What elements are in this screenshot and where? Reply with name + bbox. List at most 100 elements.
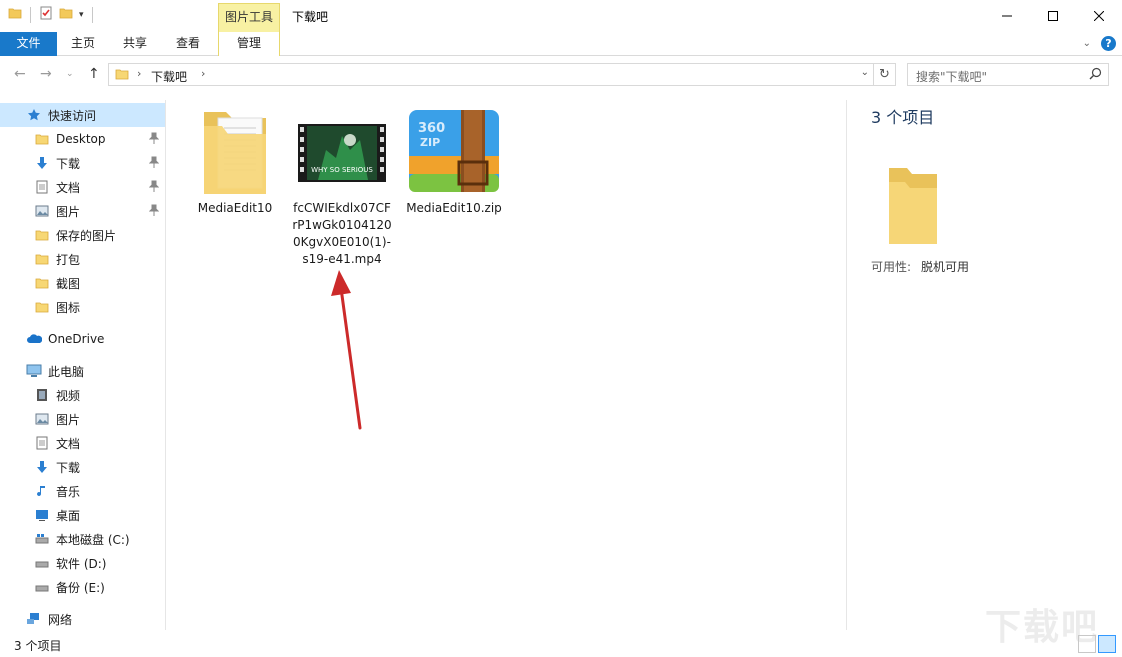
ribbon-right-controls: ⌄ ? (1083, 36, 1116, 51)
sidebar-item-label: 网络 (48, 612, 73, 627)
new-folder-icon[interactable] (59, 6, 73, 23)
file-name: MediaEdit10 (197, 201, 273, 215)
toolbar-separator (91, 6, 93, 23)
video-thumbnail (290, 106, 394, 200)
pin-icon[interactable] (148, 180, 160, 195)
maximize-button[interactable] (1030, 0, 1076, 32)
close-button[interactable] (1076, 0, 1122, 32)
document-icon (34, 179, 50, 195)
tab-manage[interactable]: 管理 (218, 32, 280, 56)
sidebar-item-label: 打包 (56, 252, 81, 267)
sidebar-item-documents-pc[interactable]: 文档 (0, 431, 165, 455)
drive-icon (34, 531, 50, 547)
window-title: 下载吧 (292, 10, 329, 24)
back-arrow-icon[interactable]: ← (14, 66, 26, 82)
sidebar-item-drive-d[interactable]: 软件 (D:) (0, 551, 165, 575)
minimize-button[interactable] (984, 0, 1030, 32)
sidebar-item-downloads-pc[interactable]: 下载 (0, 455, 165, 479)
sidebar-item-drive-c[interactable]: 本地磁盘 (C:) (0, 527, 165, 551)
list-item[interactable]: MediaEdit10 (190, 106, 280, 217)
sidebar-item-network[interactable]: 网络 (0, 607, 165, 631)
sidebar-item-downloads[interactable]: 下载 (0, 151, 165, 175)
sidebar-item-label: 桌面 (56, 508, 81, 523)
tab-view[interactable]: 查看 (167, 32, 209, 56)
drive-icon (34, 555, 50, 571)
sidebar-item-documents[interactable]: 文档 (0, 175, 165, 199)
sidebar-item-pack[interactable]: 打包 (0, 247, 165, 271)
breadcrumb-chevron-icon[interactable]: › (201, 67, 205, 80)
download-icon (34, 459, 50, 475)
document-icon (34, 435, 50, 451)
sidebar-item-quick-access[interactable]: 快速访问 (0, 103, 165, 127)
sidebar-item-desktop[interactable]: Desktop (0, 127, 165, 151)
sidebar-item-label: 图标 (56, 300, 81, 315)
folder-icon (34, 275, 50, 291)
folder-icon[interactable] (8, 6, 22, 23)
tab-home[interactable]: 主页 (62, 32, 104, 56)
file-name-line: rP1wGk0104120 (292, 218, 392, 232)
sidebar-item-label: 下载 (56, 460, 81, 475)
folder-icon (34, 227, 50, 243)
sidebar-item-music[interactable]: 音乐 (0, 479, 165, 503)
sidebar-item-saved-pictures[interactable]: 保存的图片 (0, 223, 165, 247)
zip-archive-icon: 360 ZIP (402, 106, 506, 200)
sidebar-item-onedrive[interactable]: OneDrive (0, 327, 165, 351)
search-icon[interactable] (1089, 67, 1102, 83)
refresh-button[interactable]: ↻ (874, 63, 896, 86)
sidebar-item-screenshots[interactable]: 截图 (0, 271, 165, 295)
folder-icon (885, 160, 941, 249)
tab-file[interactable]: 文件 (0, 32, 57, 56)
download-icon (34, 155, 50, 171)
availability-value: 脱机可用 (921, 260, 970, 274)
video-icon (34, 387, 50, 403)
forward-arrow-icon[interactable]: → (40, 66, 52, 82)
sidebar-item-label: 下载 (56, 156, 81, 171)
sidebar-item-label: 文档 (56, 180, 81, 195)
folder-icon (190, 106, 280, 200)
large-icons-view-button[interactable] (1098, 635, 1116, 653)
tab-share[interactable]: 共享 (114, 32, 156, 56)
list-item[interactable]: WHY SO SERIOUS fcCWIEkdlx07CF rP1wGk0104… (290, 106, 394, 268)
sidebar-item-this-pc[interactable]: 此电脑 (0, 359, 165, 383)
pin-icon[interactable] (148, 156, 160, 171)
folder-icon (34, 251, 50, 267)
navigation-bar: ← → ⌄ ↑ › 下载吧 › ⌄ ↻ 搜索"下载吧" (0, 57, 1122, 93)
breadcrumb-chevron-icon: › (137, 67, 142, 80)
properties-icon[interactable] (39, 6, 53, 23)
computer-icon (26, 363, 42, 379)
sidebar-item-pictures-pc[interactable]: 图片 (0, 407, 165, 431)
expand-ribbon-icon[interactable]: ⌄ (1083, 38, 1091, 49)
recent-locations-icon[interactable]: ⌄ (66, 69, 74, 79)
up-arrow-icon[interactable]: ↑ (88, 66, 100, 82)
folder-icon (34, 131, 50, 147)
address-dropdown-icon[interactable]: ⌄ (861, 67, 869, 78)
status-bar: 3 个项目 (0, 632, 1122, 657)
window-controls (984, 0, 1122, 32)
search-input[interactable]: 搜索"下载吧" (916, 68, 987, 85)
details-view-button[interactable] (1078, 635, 1096, 653)
picture-icon (34, 203, 50, 219)
music-icon (34, 483, 50, 499)
address-bar[interactable]: › 下载吧 › ⌄ (108, 63, 874, 86)
star-icon (26, 107, 42, 123)
desktop-icon (34, 507, 50, 523)
sidebar-item-label: 图片 (56, 204, 81, 219)
pin-icon[interactable] (148, 132, 160, 147)
sidebar-item-label: 本地磁盘 (C:) (56, 532, 130, 547)
context-tab-group-label: 图片工具 (218, 3, 280, 32)
sidebar-item-videos[interactable]: 视频 (0, 383, 165, 407)
search-box[interactable]: 搜索"下载吧" (907, 63, 1109, 86)
customize-toolbar-icon[interactable]: ▾ (79, 10, 84, 20)
pin-icon[interactable] (148, 204, 160, 219)
sidebar-item-icons[interactable]: 图标 (0, 295, 165, 319)
sidebar-item-desktop-pc[interactable]: 桌面 (0, 503, 165, 527)
sidebar-item-label: 备份 (E:) (56, 580, 105, 595)
list-item[interactable]: 360 ZIP MediaEdit10.zip (402, 106, 506, 217)
sidebar-item-pictures[interactable]: 图片 (0, 199, 165, 223)
sidebar-item-label: Desktop (56, 132, 106, 146)
breadcrumb-current[interactable]: 下载吧 (151, 68, 187, 85)
sidebar-item-drive-e[interactable]: 备份 (E:) (0, 575, 165, 599)
sidebar-item-label: 快速访问 (48, 108, 97, 123)
sidebar-item-label: 保存的图片 (56, 228, 117, 243)
help-icon[interactable]: ? (1101, 36, 1116, 51)
